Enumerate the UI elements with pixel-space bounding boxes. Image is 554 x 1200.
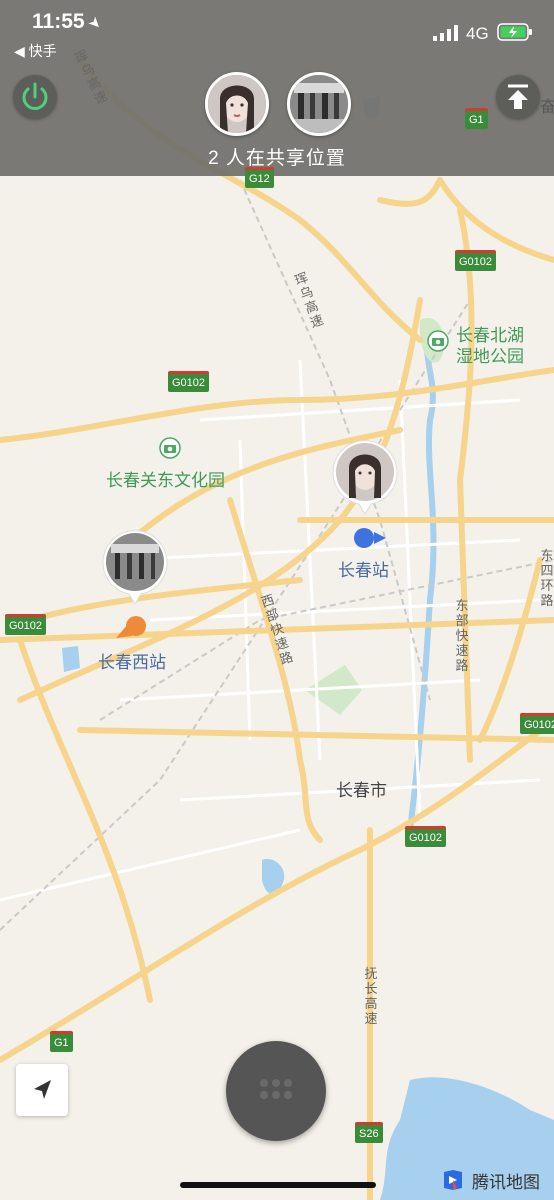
highway-shield-g0102: G0102 [168, 371, 210, 392]
map-canvas[interactable] [0, 0, 554, 1200]
camera-poi-icon [427, 330, 449, 352]
station-changchun-west[interactable]: 长春西站 [98, 648, 166, 673]
arrow-up-to-top-icon [508, 84, 528, 109]
sharing-count-text: 2 人在共享位置 [208, 148, 346, 169]
highway-shield-g0102: G0102 [5, 614, 47, 635]
user-1-location-marker [354, 528, 386, 548]
small-lake-2 [62, 646, 80, 672]
road-name-east-ring: 东四环路 [540, 548, 554, 608]
battery-charging-icon [497, 23, 532, 41]
minimize-button[interactable] [496, 75, 540, 119]
brand-name: 腾讯地图 [472, 1173, 540, 1192]
user-2-location-marker [116, 616, 146, 638]
tencent-map-logo-icon [444, 1170, 462, 1190]
avatar-user-2[interactable] [287, 72, 351, 136]
power-icon [22, 82, 48, 110]
face-avatar-icon [208, 75, 266, 133]
avatar-user-1[interactable] [205, 72, 269, 136]
locate-me-button[interactable] [16, 1064, 68, 1116]
highway-shield-s26: S26 [355, 1122, 383, 1143]
poi-guandong-park[interactable]: 长春关东文化园 [106, 466, 225, 491]
road-name-fuchang: 抚长高速 [364, 966, 378, 1026]
status-time: 11:55➤ [32, 10, 105, 34]
highway-shield-g0102: G0102 [405, 826, 447, 847]
highway-shield-g12: G12 [245, 167, 274, 188]
home-indicator[interactable] [180, 1182, 376, 1188]
back-to-app-link[interactable]: ◀ 快手 [14, 41, 57, 61]
highway-shield-g1: G1 [50, 1031, 73, 1052]
road-name-east-expressway: 东部快速路 [455, 598, 469, 673]
highway-shield-g0102: G0102 [455, 250, 497, 271]
stop-sharing-button[interactable] [13, 75, 57, 119]
network-type: 4G [466, 24, 489, 43]
user-2-map-pin[interactable] [99, 526, 171, 608]
cellular-signal-icon [433, 25, 458, 41]
menu-grid-button[interactable] [226, 1041, 326, 1141]
city-changchun: 长春市 [336, 781, 387, 800]
station-changchun[interactable]: 长春站 [338, 556, 389, 581]
road-name-edge: 奋 [540, 99, 554, 116]
photo-avatar-icon [290, 75, 348, 133]
highway-shield-g0102: G0102 [520, 713, 554, 734]
highway-shield-g1: G1 [465, 108, 488, 129]
navigation-arrow-icon [34, 1080, 51, 1099]
camera-poi-icon [159, 437, 181, 459]
grid-dots-icon [260, 1079, 292, 1099]
poi-north-lake-park-line2[interactable]: 湿地公园 [456, 342, 524, 367]
user-1-map-pin[interactable] [329, 436, 401, 518]
